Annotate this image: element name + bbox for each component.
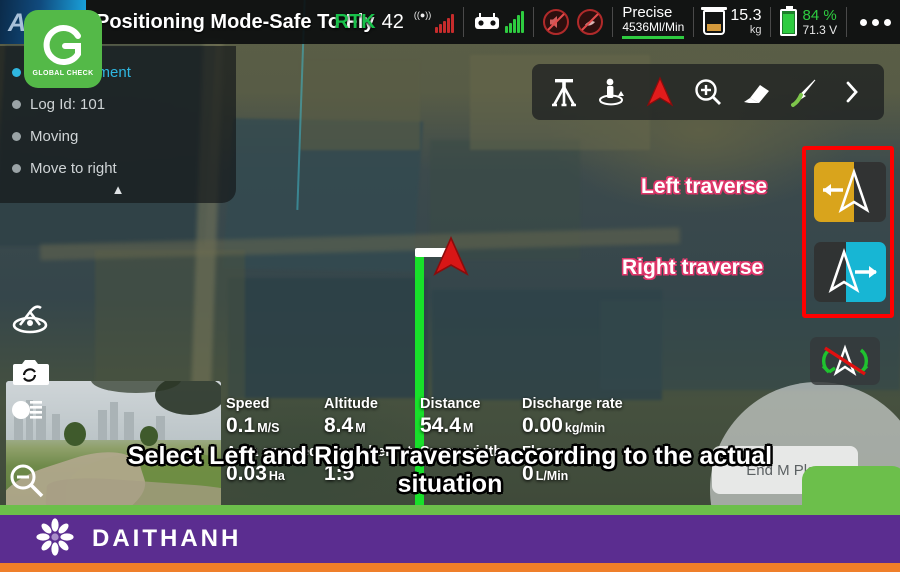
telemetry-value: 8.4 M xyxy=(324,414,366,437)
drone-top-view-icon[interactable] xyxy=(8,298,52,342)
drone-signal-bars xyxy=(505,11,525,33)
divider xyxy=(846,7,848,37)
tank-level-indicator: 15.3 kg xyxy=(701,6,762,36)
drone-control-app: End M Plan AGR Positioning Mode-Safe To … xyxy=(0,0,900,572)
rtk-status-label: RTK xyxy=(334,10,376,33)
tank-unit: kg xyxy=(749,23,762,36)
global-check-watermark: GLOBAL CHECK xyxy=(24,10,102,88)
brand-banner: DAITHANH xyxy=(0,515,900,563)
subtitle-overlay: Select Left and Right Traverse according… xyxy=(0,442,900,498)
list-item: Moving xyxy=(12,120,236,152)
no-spray-icon[interactable] xyxy=(577,9,604,35)
map-field xyxy=(228,278,428,398)
satellite-count: 42 xyxy=(381,10,404,33)
log-text: Moving xyxy=(30,127,79,145)
tank-icon xyxy=(701,6,728,35)
chevron-up-icon[interactable]: ▲ xyxy=(0,182,236,197)
flower-logo-icon xyxy=(36,517,74,561)
right-traverse-button[interactable] xyxy=(814,242,886,302)
telemetry-header: Speed xyxy=(226,396,270,412)
rc-antenna-icon: ((●)) xyxy=(413,10,432,20)
headlight-icon[interactable] xyxy=(8,394,48,431)
eraser-icon[interactable] xyxy=(734,70,778,114)
chevron-right-icon[interactable] xyxy=(830,70,874,114)
remote-controller-icon xyxy=(475,13,500,29)
divider xyxy=(612,7,614,37)
camera-switch-icon[interactable] xyxy=(8,350,52,394)
global-check-brand: GLOBAL CHECK xyxy=(32,69,94,77)
left-traverse-label: Left traverse xyxy=(641,175,768,198)
log-status-dot xyxy=(12,163,21,173)
telemetry-value: 0.00 kg/min xyxy=(522,414,606,437)
telemetry-header: Distance xyxy=(420,396,481,412)
divider xyxy=(463,7,465,37)
drone-position-marker xyxy=(432,236,470,283)
map-toolbar xyxy=(532,64,884,120)
zoom-in-icon[interactable] xyxy=(686,70,730,114)
battery-indicator: 84 % 71.3 V xyxy=(780,5,838,37)
divider xyxy=(533,7,535,37)
divider xyxy=(770,7,772,37)
rotation-locked-icon[interactable] xyxy=(810,337,880,385)
precision-mode-indicator: Precise 4536Ml/Min xyxy=(622,4,685,39)
global-check-logo-icon xyxy=(40,22,86,68)
log-text: Log Id: 101 xyxy=(30,95,106,113)
telemetry-header: Altitude xyxy=(324,396,378,412)
telemetry-value: 0.1 M/S xyxy=(226,414,280,437)
flow-rate-value: 4536Ml/Min xyxy=(622,21,685,39)
precision-mode-label: Precise xyxy=(622,4,673,22)
status-bar: AGR Positioning Mode-Safe To Fly RTK 42 … xyxy=(0,0,900,44)
log-status-dot xyxy=(12,67,21,77)
rc-signal-indicator: ((●)) xyxy=(413,10,455,33)
battery-icon xyxy=(780,5,798,36)
battery-percent: 84 % xyxy=(802,6,837,24)
log-status-dot xyxy=(12,131,21,141)
tank-value: 15.3 xyxy=(730,6,762,24)
telemetry-header: Discharge rate xyxy=(522,396,623,412)
map-field xyxy=(300,60,420,150)
list-item: Log Id: 101 xyxy=(12,88,236,120)
divider xyxy=(693,7,695,37)
right-traverse-label: Right traverse xyxy=(622,256,764,279)
banner-bottom-strip xyxy=(0,563,900,572)
survey-tripod-icon[interactable] xyxy=(542,70,586,114)
left-icon-rail xyxy=(8,298,52,402)
drone-signal-indicator xyxy=(473,11,525,33)
drone-marker-icon[interactable] xyxy=(638,70,682,114)
telemetry-value: 54.4 M xyxy=(420,414,474,437)
banner-top-strip xyxy=(0,505,900,515)
list-item: Move to right xyxy=(12,152,236,184)
more-options-icon[interactable] xyxy=(860,18,892,26)
route-arrow-icon[interactable] xyxy=(782,70,826,114)
speaker-muted-icon[interactable] xyxy=(543,9,570,35)
subtitle-line-1: Select Left and Right Traverse according… xyxy=(127,442,773,470)
brand-name: DAITHANH xyxy=(92,525,242,552)
subtitle-line-2: situation xyxy=(397,470,503,498)
page-title: Positioning Mode-Safe To Fly xyxy=(96,10,375,33)
traverse-highlight-box xyxy=(802,146,894,318)
rc-signal-bars xyxy=(435,11,455,33)
battery-voltage: 71.3 V xyxy=(802,22,838,37)
log-status-dot xyxy=(12,99,21,109)
person-orbit-icon[interactable] xyxy=(590,70,634,114)
left-traverse-button[interactable] xyxy=(814,162,886,222)
log-text: Move to right xyxy=(30,159,117,177)
